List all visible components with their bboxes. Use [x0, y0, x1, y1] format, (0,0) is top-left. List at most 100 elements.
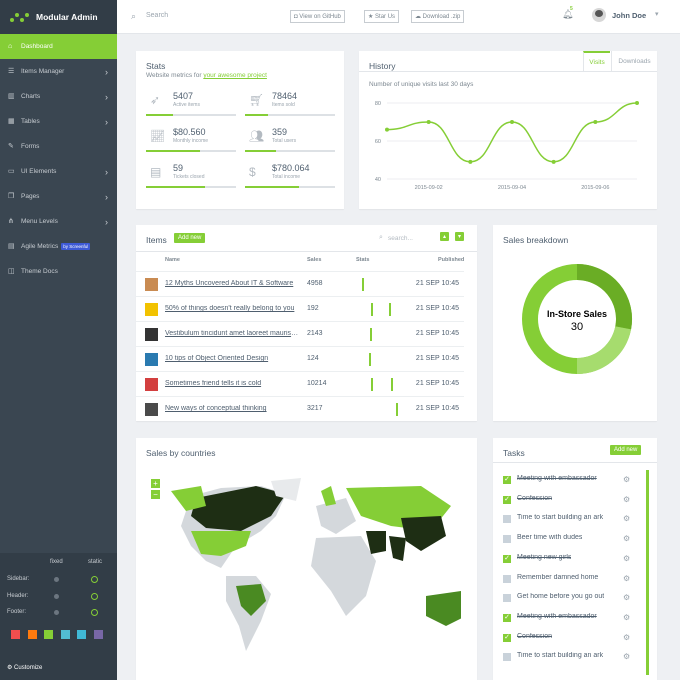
download-button[interactable]: ☁ Download .zip [411, 10, 465, 23]
task-checkbox[interactable]: ✓ [503, 633, 511, 642]
sidebar-item-dashboard[interactable]: ⌂ Dashboard [0, 34, 117, 59]
task-item[interactable]: ✓ Confession ⚙ [503, 491, 643, 511]
header-fixed-radio[interactable] [54, 594, 59, 599]
task-item[interactable]: ✓ Meeting new girls ⚙ [503, 550, 643, 570]
tab-visits[interactable]: Visits [583, 51, 610, 71]
zoom-out-button[interactable]: − [151, 490, 160, 499]
add-task-button[interactable]: Add new [610, 445, 642, 455]
item-name-link[interactable]: 12 Myths Uncovered About IT & Software [165, 280, 300, 287]
data-point[interactable] [635, 101, 639, 105]
sidebar-item-charts[interactable]: ▥ Charts › [0, 84, 117, 109]
footer-static-radio[interactable] [91, 609, 98, 616]
user-name[interactable]: John Doe [612, 11, 646, 20]
gear-icon[interactable]: ⚙ [623, 574, 630, 583]
gear-icon[interactable]: ⚙ [623, 495, 630, 504]
table-row[interactable]: 12 Myths Uncovered About IT & Software 49… [136, 271, 464, 296]
search-input[interactable]: Search [146, 12, 168, 19]
task-checkbox[interactable] [503, 653, 511, 662]
table-row[interactable]: 50% of things doesn't really belong to y… [136, 296, 464, 321]
donut-segment-instore[interactable] [576, 263, 633, 330]
task-checkbox[interactable]: ✓ [503, 613, 511, 622]
map-china[interactable] [401, 516, 446, 551]
sort-up-button[interactable]: ▴ [440, 232, 450, 241]
data-point[interactable] [510, 120, 514, 124]
task-item[interactable]: Time to start building an ark ⚙ [503, 510, 643, 530]
add-item-button[interactable]: Add new [174, 233, 206, 243]
gear-icon[interactable]: ⚙ [623, 613, 630, 622]
gear-icon[interactable]: ⚙ [623, 475, 630, 484]
sidebar-static-radio[interactable] [91, 576, 98, 583]
gear-icon[interactable]: ⚙ [623, 514, 630, 523]
tab-downloads[interactable]: Downloads [611, 51, 657, 71]
task-checkbox[interactable] [503, 535, 511, 544]
gear-icon[interactable]: ⚙ [623, 633, 630, 642]
gear-icon[interactable]: ⚙ [623, 593, 630, 602]
item-name-link[interactable]: Sometimes friend tells it is cold [165, 380, 300, 387]
color-swatch[interactable] [93, 630, 103, 639]
task-item[interactable]: ✓ Confession ⚙ [503, 629, 643, 649]
header-static-radio[interactable] [91, 593, 98, 600]
item-name-link[interactable]: New ways of conceptual thinking [165, 405, 300, 412]
data-point[interactable] [426, 120, 431, 124]
sidebar-item-forms[interactable]: ✎ Forms [0, 134, 117, 159]
color-swatch[interactable] [60, 630, 70, 639]
gear-icon[interactable]: ⚙ [623, 554, 630, 563]
sidebar-item-menu-levels[interactable]: ⋔ Menu Levels › [0, 209, 117, 234]
zoom-in-button[interactable]: + [151, 479, 160, 488]
chevron-down-icon[interactable]: ▾ [655, 10, 659, 18]
color-swatch[interactable] [77, 630, 86, 639]
table-row[interactable]: 10 tips of Object Oriented Design 124 21 S… [136, 346, 464, 371]
task-checkbox[interactable] [503, 574, 511, 583]
map-alaska[interactable] [171, 486, 206, 511]
footer-fixed-radio[interactable] [54, 610, 59, 615]
data-point[interactable] [468, 159, 473, 164]
task-checkbox[interactable]: ✓ [503, 476, 511, 484]
table-row[interactable]: Sometimes friend tells it is cold 10214 21… [136, 371, 464, 396]
avatar[interactable] [592, 8, 606, 22]
donut-segment-mailorder[interactable] [576, 325, 632, 375]
data-point[interactable] [551, 159, 556, 164]
data-point[interactable] [385, 127, 389, 132]
task-checkbox[interactable] [503, 515, 511, 524]
map-europe[interactable] [316, 498, 356, 534]
task-item[interactable]: Remember damned home ⚙ [503, 570, 643, 590]
table-row[interactable]: Vestibulum tincidunt amet laoreet mauris… [136, 321, 464, 346]
map-africa[interactable] [311, 536, 376, 616]
project-link[interactable]: your awesome project [203, 72, 267, 79]
task-checkbox[interactable]: ✓ [503, 495, 511, 504]
gear-icon[interactable]: ⚙ [623, 652, 630, 661]
data-point[interactable] [593, 120, 598, 124]
sidebar-fixed-radio[interactable] [54, 577, 59, 582]
map-australia[interactable] [426, 591, 461, 626]
github-button[interactable]: ◘ View on GitHub [290, 10, 345, 23]
item-name-link[interactable]: Vestibulum tincidunt amet laoreet mauris… [165, 330, 300, 337]
task-item[interactable]: ✓ Meeting with embassador ⚙ [503, 471, 643, 491]
task-item[interactable]: Beer time with dudes ⚙ [503, 530, 643, 550]
brand[interactable]: Modular Admin [0, 0, 117, 34]
sidebar-item-pages[interactable]: ❐ Pages › [0, 184, 117, 209]
gear-icon[interactable]: ⚙ [623, 534, 630, 543]
task-checkbox[interactable]: ✓ [503, 554, 511, 563]
sidebar-item-theme-docs[interactable]: ◫ Theme Docs [0, 259, 117, 284]
color-swatch[interactable] [27, 630, 37, 639]
task-item[interactable]: ✓ Meeting with embassador ⚙ [503, 609, 643, 629]
sidebar-item-agile-metrics[interactable]: ▤ Agile Metrics by Screenful [0, 234, 117, 259]
table-row[interactable]: New ways of conceptual thinking 3217 21 SE… [136, 396, 464, 421]
task-item[interactable]: Get home before you go out ⚙ [503, 589, 643, 609]
task-checkbox[interactable] [503, 594, 511, 603]
sort-down-button[interactable]: ▾ [455, 232, 465, 241]
star-button[interactable]: ★ Star Us [364, 10, 400, 23]
sidebar-item-ui-elements[interactable]: ▭ UI Elements › [0, 159, 117, 184]
customize-button[interactable]: ⚙ Customize [7, 664, 42, 671]
map-scandinavia[interactable] [321, 486, 336, 506]
item-name-link[interactable]: 50% of things doesn't really belong to y… [165, 305, 300, 312]
task-item[interactable]: Time to start building an ark ⚙ [503, 648, 643, 668]
item-name-link[interactable]: 10 tips of Object Oriented Design [165, 355, 300, 362]
map-india[interactable] [389, 536, 406, 561]
color-swatch[interactable] [44, 630, 53, 639]
tasks-scrollbar[interactable] [646, 470, 649, 675]
items-search-input[interactable]: search... [388, 235, 413, 242]
sidebar-item-items-manager[interactable]: ☰ Items Manager › [0, 59, 117, 84]
color-swatch[interactable] [11, 630, 20, 639]
sidebar-item-tables[interactable]: ▦ Tables › [0, 109, 117, 134]
